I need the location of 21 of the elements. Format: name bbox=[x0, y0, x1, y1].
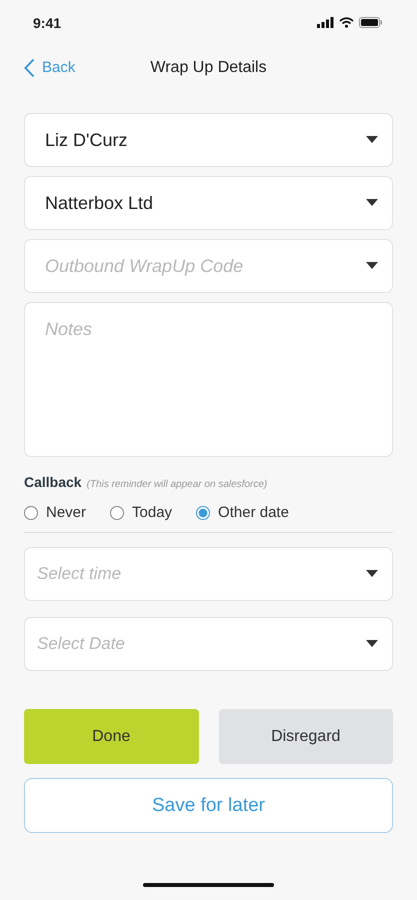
screen-title: Wrap Up Details bbox=[150, 58, 267, 76]
radio-option[interactable]: Never bbox=[24, 504, 86, 521]
caret-icon bbox=[366, 199, 378, 207]
notes-field[interactable]: Notes bbox=[24, 302, 393, 457]
radio-option[interactable]: Other date bbox=[196, 504, 289, 521]
disregard-button[interactable]: Disregard bbox=[218, 709, 393, 764]
caret-icon bbox=[366, 262, 378, 270]
done-button[interactable]: Done bbox=[24, 709, 198, 764]
callback-label: Callback bbox=[24, 474, 82, 490]
caret-icon bbox=[366, 570, 378, 578]
signal-icon bbox=[317, 17, 334, 28]
wifi-icon bbox=[339, 17, 354, 28]
status-time: 9:41 bbox=[33, 14, 62, 30]
battery-icon bbox=[359, 17, 383, 28]
callback-hint: (This reminder will appear on salesforce) bbox=[86, 479, 268, 490]
chevron-left-icon bbox=[24, 58, 35, 78]
dropdown-field[interactable]: Liz D'Curz bbox=[24, 113, 393, 167]
caret-icon bbox=[366, 640, 378, 648]
radio-option[interactable]: Today bbox=[110, 504, 172, 521]
dropdown-field[interactable]: Natterbox Ltd bbox=[24, 176, 393, 230]
caret-icon bbox=[366, 136, 378, 144]
